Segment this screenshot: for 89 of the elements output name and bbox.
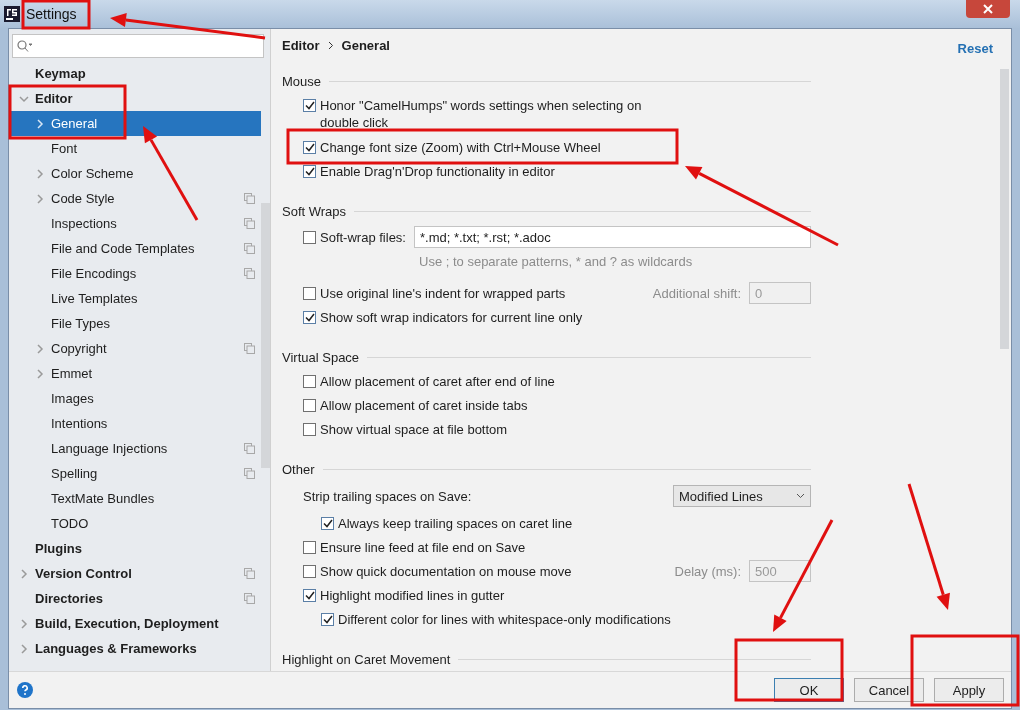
sidebar-item[interactable]: File Types [9, 311, 261, 336]
checkbox-label: Show virtual space at file bottom [320, 420, 508, 438]
dropdown[interactable]: Modified Lines [673, 485, 811, 507]
checkbox[interactable] [303, 286, 316, 300]
copy-icon [244, 243, 255, 254]
chevron-icon[interactable] [35, 118, 45, 129]
checkbox-label: Show soft wrap indicators for current line only [320, 308, 583, 326]
checkbox[interactable] [303, 540, 316, 554]
checkbox-label: Allow placement of caret after end of line [320, 372, 555, 390]
search-field[interactable] [12, 34, 264, 58]
checkbox[interactable] [303, 422, 316, 436]
checkbox[interactable] [303, 374, 316, 388]
annotation-box [21, 0, 91, 30]
sidebar-item[interactable]: Keymap [9, 61, 261, 86]
sidebar-item[interactable]: Languages & Frameworks [9, 636, 261, 661]
field-label: Delay (ms): [674, 563, 741, 579]
copy-icon [244, 218, 255, 229]
caret-icon [796, 493, 805, 499]
sidebar-item[interactable]: Intentions [9, 411, 261, 436]
sidebar-item[interactable]: Live Templates [9, 286, 261, 311]
app-icon [4, 6, 20, 22]
copy-icon [244, 568, 255, 579]
sidebar-item[interactable]: File and Code Templates [9, 236, 261, 261]
sidebar-item[interactable]: File Encodings [9, 261, 261, 286]
checkbox-label: Enable Drag'n'Drop functionality in editor [320, 162, 555, 180]
checkbox-label: Always keep trailing spaces on caret line [338, 514, 573, 532]
checkbox-label: Highlight modified lines in gutter [320, 586, 505, 604]
checkbox-label: Different color for lines with whitespace-only modifications [338, 610, 671, 628]
dialog-button[interactable]: Apply [934, 678, 1004, 702]
sidebar-item[interactable]: Build, Execution, Deployment [9, 611, 261, 636]
sidebar-item[interactable]: Spelling [9, 461, 261, 486]
field-label: Additional shift: [652, 285, 741, 301]
sidebar-item[interactable]: Version Control [9, 561, 261, 586]
section-title: Soft Wraps [282, 203, 347, 219]
scrollbar-thumb[interactable] [261, 203, 270, 468]
sidebar-item[interactable]: TODO [9, 511, 261, 536]
section-title: Other [282, 461, 315, 477]
copy-icon [244, 468, 255, 479]
patterns-field[interactable]: *.md; *.txt; *.rst; *.adoc [414, 226, 811, 248]
reset-link[interactable]: Reset [957, 40, 993, 56]
window-title: Settings [26, 6, 77, 22]
checkbox[interactable] [321, 612, 334, 626]
sidebar-item[interactable]: Editor [9, 86, 261, 111]
checkbox[interactable] [303, 310, 316, 324]
sidebar-item[interactable]: Copyright [9, 336, 261, 361]
section-title: Highlight on Caret Movement [282, 651, 451, 667]
checkbox[interactable] [303, 398, 316, 412]
checkbox[interactable] [321, 516, 334, 530]
sidebar-item[interactable]: Inspections [9, 211, 261, 236]
scrollbar-thumb[interactable] [1000, 69, 1009, 349]
checkbox-label: Change font size (Zoom) with Ctrl+Mouse Wheel [320, 138, 601, 156]
checkbox-label: Soft-wrap files: [320, 228, 406, 246]
sidebar-item[interactable]: Plugins [9, 536, 261, 561]
breadcrumb-item: Editor [282, 37, 320, 53]
chevron-icon [327, 40, 334, 50]
breadcrumb-item: General [341, 37, 390, 53]
copy-icon [244, 343, 255, 354]
sidebar-item[interactable]: Directories [9, 586, 261, 611]
search-icon [17, 40, 33, 52]
close-button[interactable] [966, 0, 1010, 18]
checkbox-label: Allow placement of caret inside tabs [320, 396, 528, 414]
sidebar-item[interactable]: Code Style [9, 186, 261, 211]
checkbox-label: Use original line's indent for wrapped parts [320, 284, 566, 302]
sidebar-item[interactable]: Emmet [9, 361, 261, 386]
checkbox[interactable] [303, 99, 316, 112]
checkbox-label: Ensure line feed at file end on Save [320, 538, 526, 556]
checkbox[interactable] [303, 564, 316, 578]
copy-icon [244, 443, 255, 454]
dialog-button[interactable]: Cancel [854, 678, 924, 702]
checkbox-label: Show quick documentation on mouse move [320, 562, 572, 580]
close-icon [983, 4, 993, 14]
sidebar-item[interactable]: Language Injections [9, 436, 261, 461]
sidebar-item[interactable]: Font [9, 136, 261, 161]
sidebar-item[interactable]: TextMate Bundles [9, 486, 261, 511]
section-title: Mouse [282, 73, 322, 89]
checkbox-label: Honor "CamelHumps" words settings when selecting on double click [320, 97, 643, 131]
checkbox[interactable] [303, 140, 316, 154]
setting-label: Strip trailing spaces on Save: [303, 488, 472, 504]
sidebar-item[interactable]: General [9, 111, 261, 136]
copy-icon [244, 268, 255, 279]
copy-icon [244, 193, 255, 204]
hint-text: Use ; to separate patterns, * and ? as wildcards [419, 253, 693, 269]
checkbox[interactable] [303, 230, 316, 244]
sidebar-item[interactable]: Color Scheme [9, 161, 261, 186]
copy-icon [244, 593, 255, 604]
help-icon[interactable] [17, 682, 33, 698]
checkbox[interactable] [303, 588, 316, 602]
section-title: Virtual Space [282, 349, 360, 365]
sidebar-item[interactable]: Images [9, 386, 261, 411]
